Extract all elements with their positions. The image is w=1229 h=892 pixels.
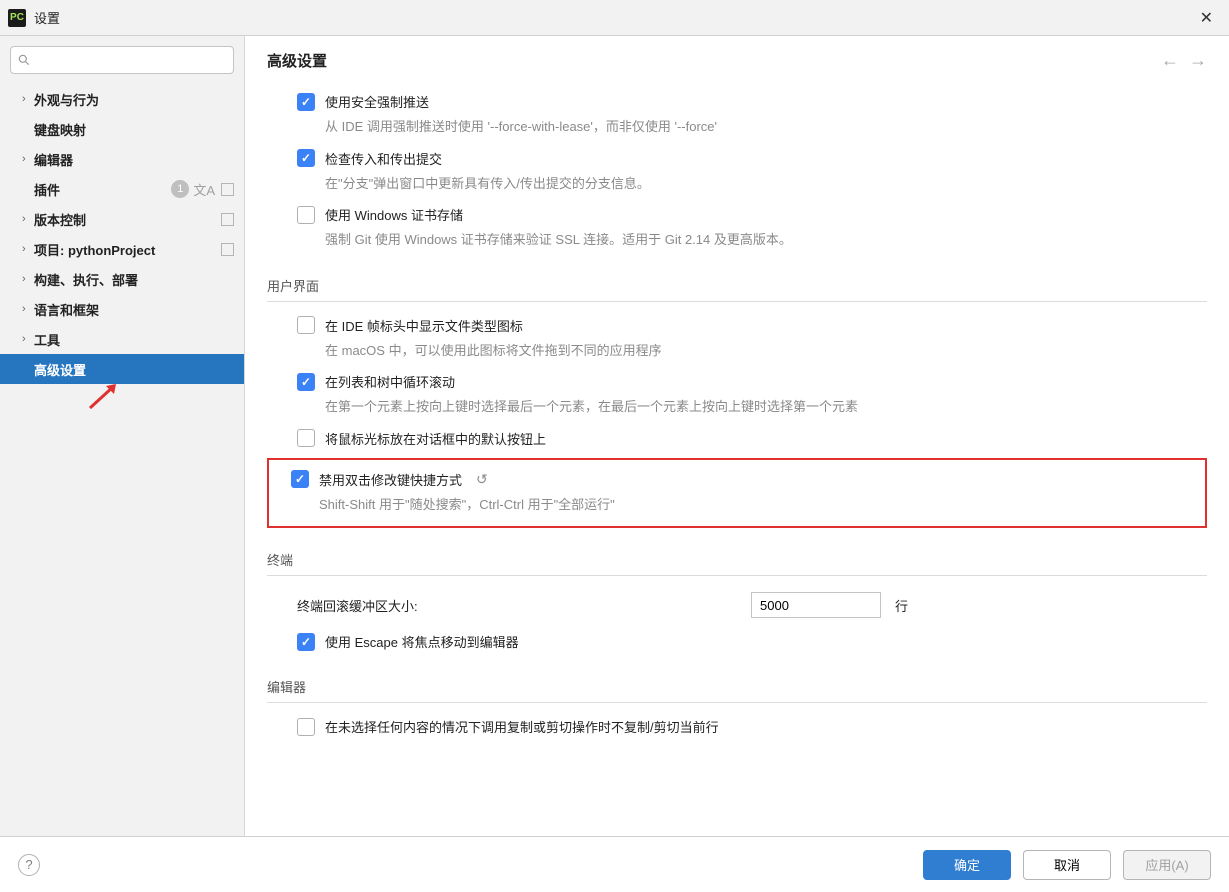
footer: ? 确定 取消 应用(A) — [0, 836, 1229, 892]
search-icon — [17, 53, 31, 67]
setting-item: 检查传入和传出提交在"分支"弹出窗口中更新具有传入/传出提交的分支信息。 — [267, 141, 1207, 198]
chevron-right-icon: › — [22, 303, 34, 315]
setting-item: 使用 Escape 将焦点移动到编辑器 — [267, 624, 1207, 655]
settings-tree: ›外观与行为键盘映射›编辑器插件1文A›版本控制›项目: pythonProje… — [0, 84, 244, 836]
help-icon[interactable]: ? — [18, 854, 40, 876]
sidebar-item-8[interactable]: ›工具 — [0, 324, 244, 354]
chevron-right-icon: › — [22, 213, 34, 225]
chevron-right-icon: › — [22, 93, 34, 105]
checkbox[interactable] — [297, 373, 315, 391]
apply-button[interactable]: 应用(A) — [1123, 850, 1211, 880]
sidebar-item-6[interactable]: ›构建、执行、部署 — [0, 264, 244, 294]
setting-item: 使用安全强制推送从 IDE 调用强制推送时使用 '--force-with-le… — [267, 84, 1207, 141]
terminal-scrollback-row: 终端回滚缓冲区大小: 行 — [267, 582, 1207, 624]
setting-description: 在第一个元素上按向上键时选择最后一个元素，在最后一个元素上按向上键时选择第一个元… — [325, 397, 1207, 417]
sidebar-item-4[interactable]: ›版本控制 — [0, 204, 244, 234]
setting-label[interactable]: 使用 Windows 证书存储 — [325, 205, 463, 224]
setting-description: 从 IDE 调用强制推送时使用 '--force-with-lease'，而非仅… — [325, 117, 1207, 137]
sidebar-item-3[interactable]: 插件1文A — [0, 174, 244, 204]
content-panel: 使用安全强制推送从 IDE 调用强制推送时使用 '--force-with-le… — [245, 84, 1229, 836]
setting-label[interactable]: 在列表和树中循环滚动 — [325, 372, 455, 391]
nav-forward-icon[interactable]: → — [1189, 50, 1207, 71]
group-title: 终端 — [267, 550, 1207, 576]
setting-label[interactable]: 使用安全强制推送 — [325, 92, 429, 111]
sidebar-item-label: 键盘映射 — [34, 120, 234, 139]
checkbox[interactable] — [297, 149, 315, 167]
setting-item: 在列表和树中循环滚动在第一个元素上按向上键时选择最后一个元素，在最后一个元素上按… — [267, 364, 1207, 421]
sidebar: ›外观与行为键盘映射›编辑器插件1文A›版本控制›项目: pythonProje… — [0, 36, 245, 836]
sidebar-item-label: 构建、执行、部署 — [34, 270, 234, 289]
sidebar-item-label: 版本控制 — [34, 210, 215, 229]
setting-label[interactable]: 使用 Escape 将焦点移动到编辑器 — [325, 632, 519, 651]
project-scope-icon — [221, 183, 234, 196]
checkbox[interactable] — [291, 470, 309, 488]
titlebar: PC 设置 ✕ — [0, 0, 1229, 36]
sidebar-item-9[interactable]: 高级设置 — [0, 354, 244, 384]
update-badge: 1 — [171, 180, 189, 198]
setting-description: 在 macOS 中，可以使用此图标将文件拖到不同的应用程序 — [325, 341, 1207, 361]
setting-label[interactable]: 在 IDE 帧标头中显示文件类型图标 — [325, 316, 523, 335]
app-icon: PC — [8, 9, 26, 27]
setting-label[interactable]: 禁用双击修改键快捷方式 — [319, 470, 462, 489]
setting-item: 在未选择任何内容的情况下调用复制或剪切操作时不复制/剪切当前行 — [267, 709, 1207, 740]
setting-description: 在"分支"弹出窗口中更新具有传入/传出提交的分支信息。 — [325, 174, 1207, 194]
project-scope-icon — [221, 213, 234, 226]
sidebar-item-label: 外观与行为 — [34, 90, 234, 109]
setting-description: 强制 Git 使用 Windows 证书存储来验证 SSL 连接。适用于 Git… — [325, 230, 1207, 250]
ok-button[interactable]: 确定 — [923, 850, 1011, 880]
search-field[interactable] — [35, 53, 227, 68]
sidebar-item-label: 项目: pythonProject — [34, 240, 215, 259]
number-label: 终端回滚缓冲区大小: — [297, 596, 737, 615]
setting-label[interactable]: 将鼠标光标放在对话框中的默认按钮上 — [325, 429, 546, 448]
close-icon[interactable]: ✕ — [1192, 4, 1221, 32]
window-title: 设置 — [34, 8, 1192, 27]
checkbox[interactable] — [297, 633, 315, 651]
globe-icon: 文A — [193, 180, 215, 199]
sidebar-item-label: 语言和框架 — [34, 300, 234, 319]
group-title: 用户界面 — [267, 276, 1207, 302]
checkbox[interactable] — [297, 429, 315, 447]
chevron-right-icon: › — [22, 243, 34, 255]
group-title: 编辑器 — [267, 677, 1207, 703]
number-suffix: 行 — [895, 596, 908, 615]
checkbox[interactable] — [297, 206, 315, 224]
sidebar-item-label: 编辑器 — [34, 150, 234, 169]
chevron-right-icon: › — [22, 333, 34, 345]
chevron-right-icon: › — [22, 273, 34, 285]
sidebar-item-0[interactable]: ›外观与行为 — [0, 84, 244, 114]
content-header: 高级设置 ← → — [245, 36, 1229, 84]
annotation-arrow-icon — [88, 382, 128, 410]
setting-item: 在 IDE 帧标头中显示文件类型图标在 macOS 中，可以使用此图标将文件拖到… — [267, 308, 1207, 365]
setting-label[interactable]: 检查传入和传出提交 — [325, 149, 442, 168]
cancel-button[interactable]: 取消 — [1023, 850, 1111, 880]
sidebar-item-label: 插件 — [34, 180, 171, 199]
setting-description: Shift-Shift 用于"随处搜索"，Ctrl-Ctrl 用于"全部运行" — [319, 495, 1197, 515]
sidebar-item-5[interactable]: ›项目: pythonProject — [0, 234, 244, 264]
setting-item: 禁用双击修改键快捷方式 ↺ Shift-Shift 用于"随处搜索"，Ctrl-Ct… — [267, 458, 1207, 529]
sidebar-item-7[interactable]: ›语言和框架 — [0, 294, 244, 324]
setting-item: 使用 Windows 证书存储强制 Git 使用 Windows 证书存储来验证… — [267, 197, 1207, 254]
setting-item: 将鼠标光标放在对话框中的默认按钮上 — [267, 421, 1207, 452]
reset-icon[interactable]: ↺ — [476, 471, 488, 488]
sidebar-item-label: 工具 — [34, 330, 234, 349]
checkbox[interactable] — [297, 718, 315, 736]
nav-back-icon[interactable]: ← — [1161, 50, 1179, 71]
sidebar-item-label: 高级设置 — [34, 360, 234, 379]
page-title: 高级设置 — [267, 50, 327, 71]
checkbox[interactable] — [297, 93, 315, 111]
terminal-scrollback-input[interactable] — [751, 592, 881, 618]
setting-label[interactable]: 在未选择任何内容的情况下调用复制或剪切操作时不复制/剪切当前行 — [325, 717, 719, 736]
search-input[interactable] — [10, 46, 234, 74]
checkbox[interactable] — [297, 316, 315, 334]
sidebar-item-2[interactable]: ›编辑器 — [0, 144, 244, 174]
project-scope-icon — [221, 243, 234, 256]
chevron-right-icon: › — [22, 153, 34, 165]
sidebar-item-1[interactable]: 键盘映射 — [0, 114, 244, 144]
